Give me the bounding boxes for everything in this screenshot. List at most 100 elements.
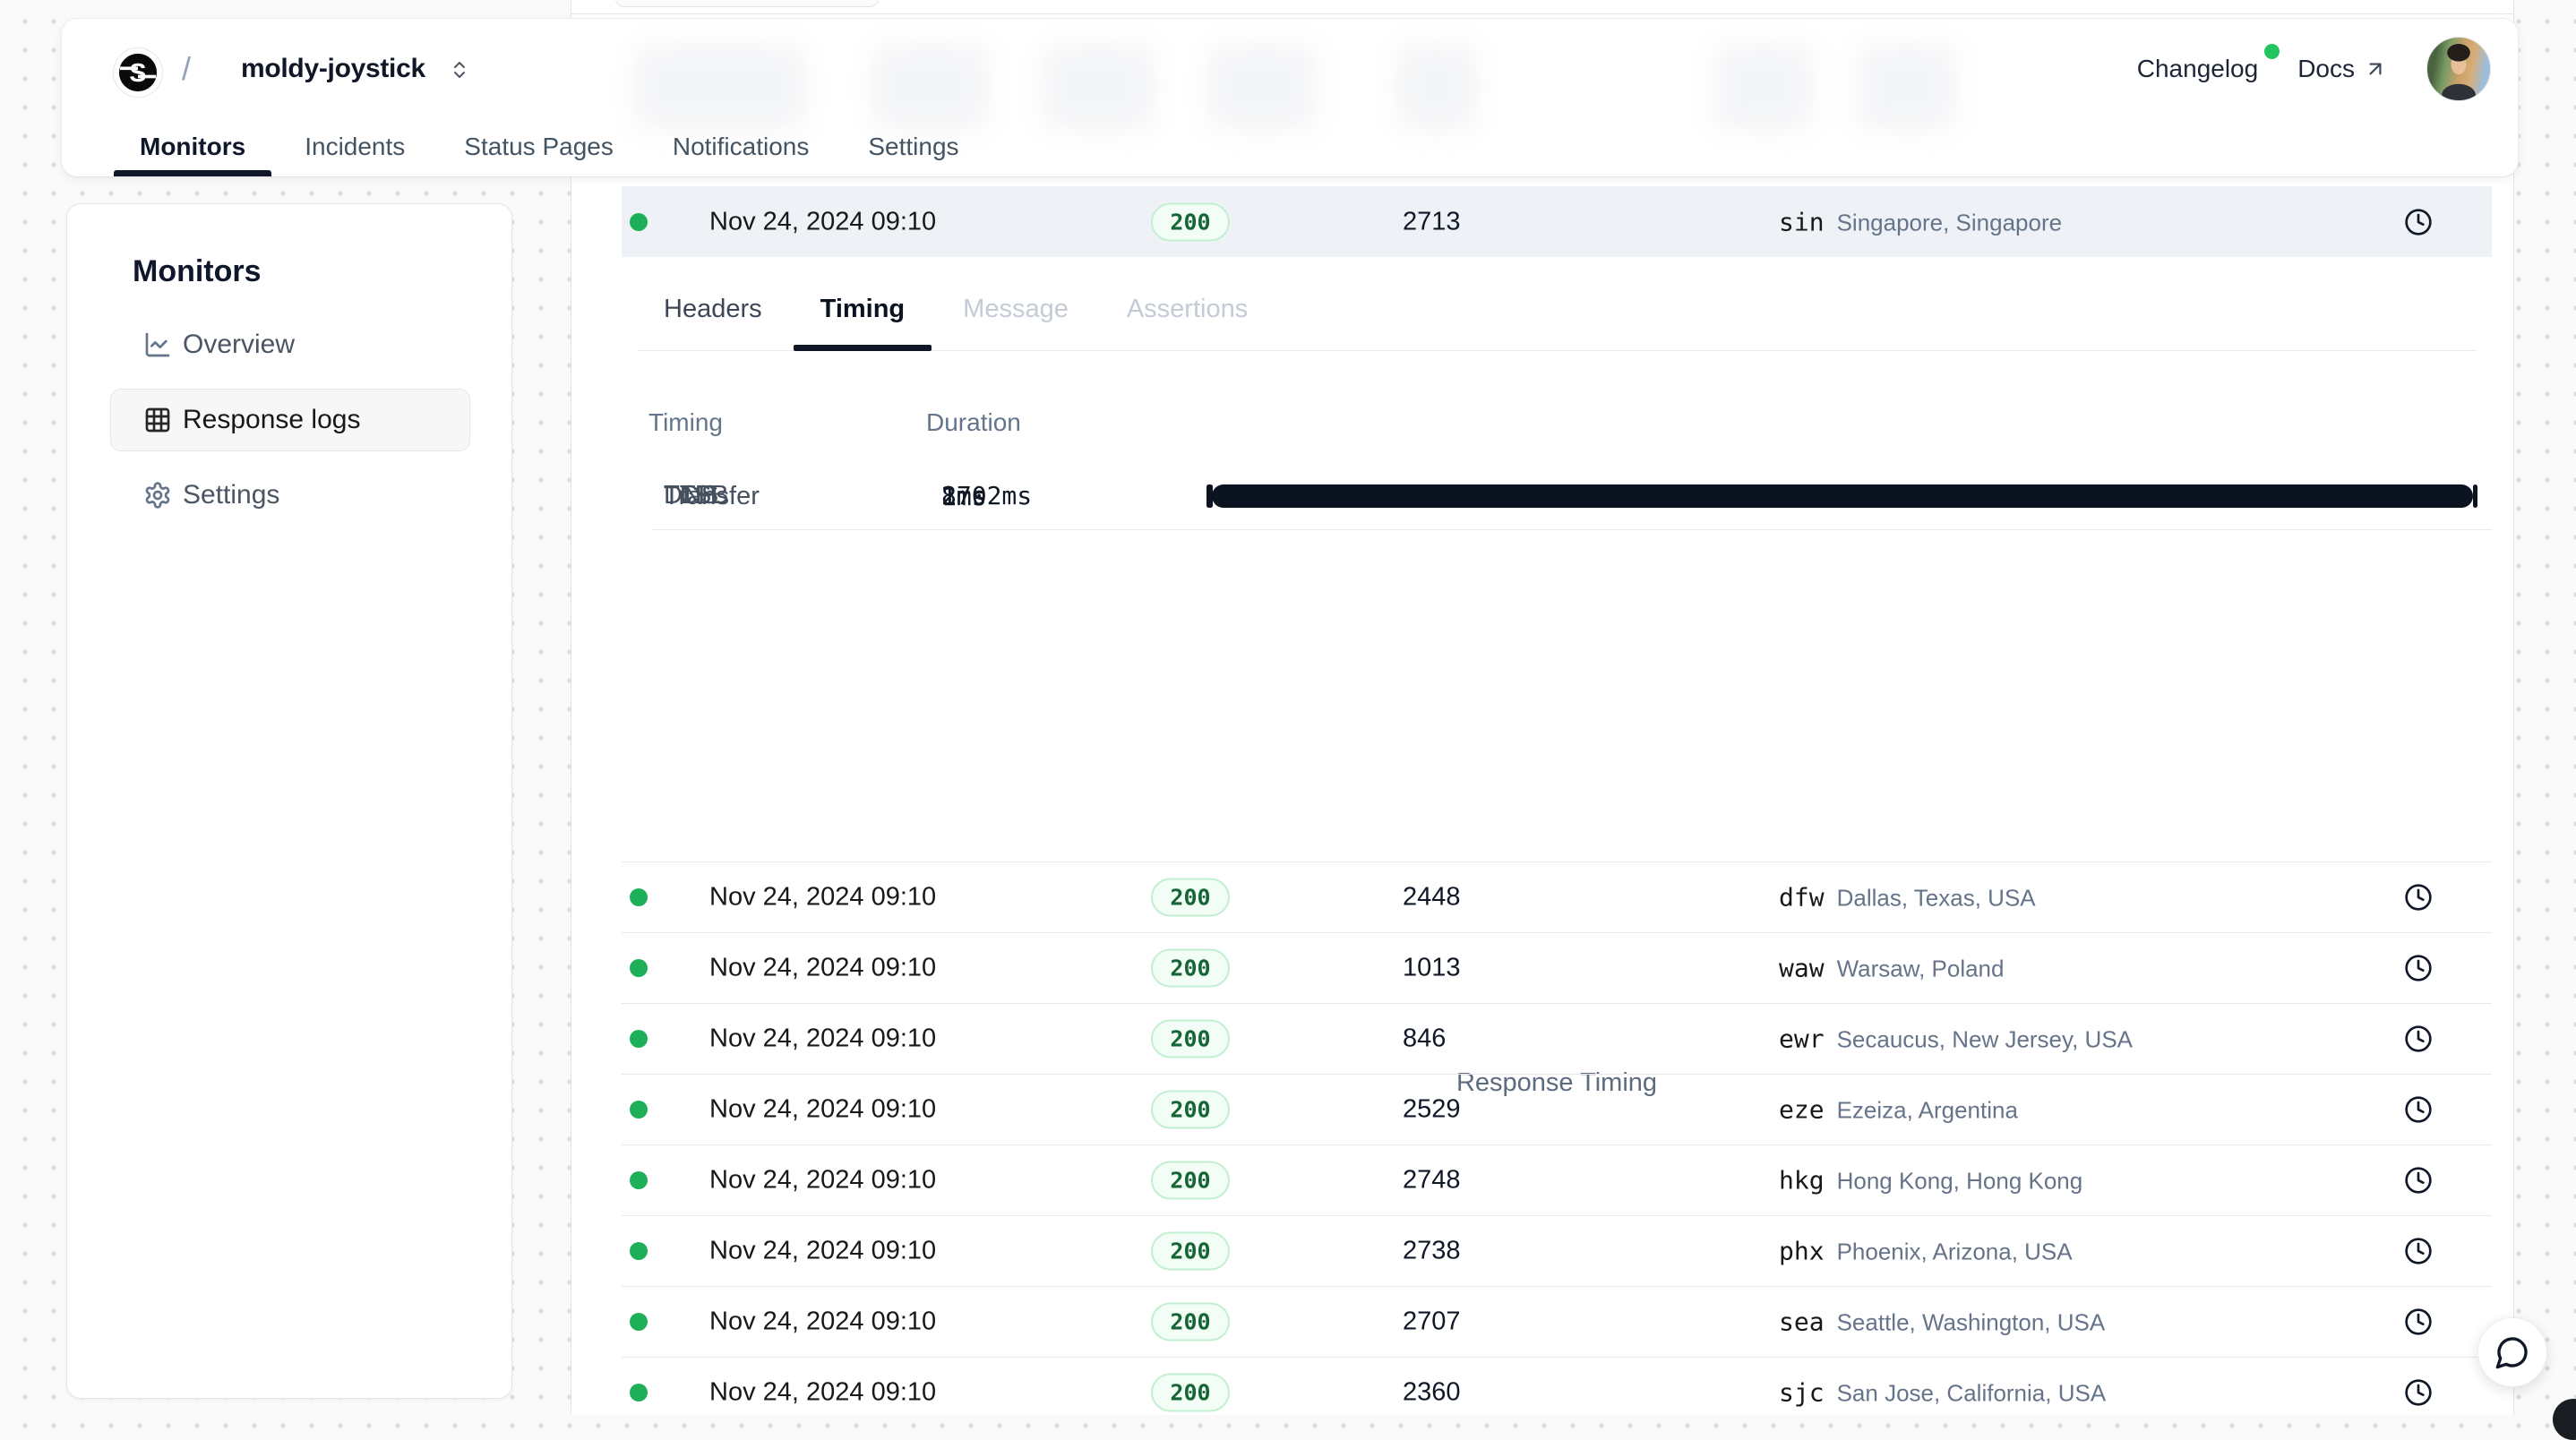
log-date: Nov 24, 2024 09:10 [709, 1095, 936, 1125]
scrolled-element-remnant [615, 0, 879, 7]
log-date: Nov 24, 2024 09:10 [709, 1024, 936, 1054]
region-code: phx [1779, 1237, 1825, 1266]
sidebar-item-label: Settings [183, 480, 279, 510]
page: { "header": { "project": "moldy-joystick… [0, 0, 2576, 1415]
sidebar-item-response-logs[interactable]: Response logs [110, 389, 470, 451]
region-location: Hong Kong, Hong Kong [1837, 1168, 2083, 1196]
corner-widget-partial[interactable] [2553, 1399, 2576, 1440]
log-row[interactable]: Nov 24, 2024 09:10 200 1013 wawWarsaw, P… [622, 932, 2492, 1003]
log-latency: 2713 [1403, 207, 1461, 236]
status-badge: 200 [1151, 1303, 1230, 1341]
log-date: Nov 24, 2024 09:10 [709, 954, 936, 983]
gear-icon [143, 481, 172, 510]
timing-bar-transfer [2473, 484, 2477, 508]
log-row[interactable]: Nov 24, 2024 09:10 200 2748 hkg Hong Kong… [622, 1144, 2492, 1215]
clock-icon[interactable] [2404, 1166, 2433, 1195]
status-badge: 200 [1151, 1020, 1230, 1059]
clock-icon[interactable] [2404, 954, 2433, 982]
tab-timing[interactable]: Timing [794, 269, 932, 350]
openstatus-logo[interactable]: S [113, 47, 163, 98]
region-code: waw [1779, 954, 1825, 983]
log-latency: 846 [1403, 1024, 1446, 1054]
changelog-notification-dot [2264, 44, 2280, 59]
region-code: hkg [1779, 1166, 1825, 1196]
log-date: Nov 24, 2024 09:10 [709, 1378, 936, 1408]
timing-table-header: Timing Duration [637, 400, 2477, 445]
log-latency: 2748 [1403, 1166, 1461, 1196]
sidebar-title: Monitors [133, 254, 262, 289]
status-dot [630, 1384, 648, 1401]
region-code: sin [1779, 207, 1825, 236]
chat-button[interactable] [2477, 1317, 2547, 1387]
status-dot [630, 1030, 648, 1048]
clock-icon[interactable] [2404, 1095, 2433, 1124]
docs-link[interactable]: Docs [2297, 55, 2387, 83]
detail-tabs: Headers Timing Message Assertions [637, 269, 2477, 351]
log-latency: 2448 [1403, 883, 1461, 913]
scrolled-content-strip [571, 0, 2513, 14]
log-date: Nov 24, 2024 09:10 [709, 207, 936, 236]
status-badge: 200 [1151, 1091, 1230, 1129]
clock-icon[interactable] [2404, 883, 2433, 912]
log-rows: Nov 24, 2024 09:10 200 2448 dfwDallas, T… [622, 861, 2492, 1427]
log-detail-panel: Headers Timing Message Assertions Timing… [622, 257, 2492, 861]
status-dot [630, 213, 648, 231]
status-dot [630, 1313, 648, 1331]
log-row[interactable]: Nov 24, 2024 09:10 200 2448 dfwDallas, T… [622, 861, 2492, 932]
status-badge: 200 [1151, 949, 1230, 988]
timing-duration: 1ms [941, 482, 1206, 511]
timing-col-header: Timing [648, 408, 926, 437]
log-row-selected[interactable]: Nov 24, 2024 09:10 200 2713 sin Singapor… [622, 186, 2492, 257]
nav-tab-incidents[interactable]: Incidents [279, 117, 431, 176]
nav-tab-status-pages[interactable]: Status Pages [438, 117, 640, 176]
region-code: eze [1779, 1095, 1825, 1125]
chevrons-up-down-icon[interactable] [449, 59, 470, 81]
status-dot [630, 888, 648, 906]
clock-icon[interactable] [2404, 1378, 2433, 1407]
clock-icon[interactable] [2404, 1307, 2433, 1336]
log-latency: 2360 [1403, 1378, 1461, 1408]
status-badge: 200 [1151, 1161, 1230, 1200]
nav-tab-notifications[interactable]: Notifications [647, 117, 836, 176]
log-row[interactable]: Nov 24, 2024 09:10 200 2360 sjcSan Jose,… [622, 1357, 2492, 1427]
log-row[interactable]: Nov 24, 2024 09:10 200 2529 eze Ezeiza, A… [622, 1074, 2492, 1144]
region-code: ewr [1779, 1024, 1825, 1054]
clock-icon[interactable] [2404, 1024, 2433, 1053]
log-date: Nov 24, 2024 09:10 [709, 1307, 936, 1337]
nav-tab-monitors[interactable]: Monitors [114, 117, 271, 176]
log-row[interactable]: Nov 24, 2024 09:10 200 2738 phxPhoenix, … [622, 1215, 2492, 1286]
timing-label: Transfer [664, 482, 941, 511]
nav-tab-settings[interactable]: Settings [842, 117, 984, 176]
status-dot [630, 1171, 648, 1189]
duration-col-header: Duration [926, 408, 1191, 437]
region-location: Warsaw, Poland [1837, 956, 2005, 983]
sidebar-item-overview[interactable]: Overview [110, 313, 470, 376]
status-dot [630, 959, 648, 977]
region-code: dfw [1779, 883, 1825, 913]
tab-message: Message [936, 269, 1095, 350]
breadcrumb-separator: / [182, 50, 191, 88]
log-row[interactable]: Nov 24, 2024 09:10 200 846 ewr Secaucus, … [622, 1003, 2492, 1074]
clock-icon[interactable] [2404, 208, 2433, 236]
svg-text:S: S [129, 59, 146, 88]
region-location: Seattle, Washington, USA [1837, 1309, 2106, 1337]
sidebar-items: Overview Response logs Settings [110, 313, 470, 527]
region-location: Ezeiza, Argentina [1837, 1097, 2018, 1125]
changelog-label: Changelog [2137, 55, 2258, 83]
clock-icon[interactable] [2404, 1237, 2433, 1265]
region-location: Secaucus, New Jersey, USA [1837, 1026, 2133, 1054]
sidebar: Monitors Overview Response logs Settings [66, 203, 512, 1399]
sidebar-item-settings[interactable]: Settings [110, 464, 470, 527]
arrow-up-right-icon [2364, 57, 2387, 81]
tab-headers[interactable]: Headers [637, 269, 789, 350]
main-content-card: Nov 24, 2024 09:10 200 2713 sin Singapor… [571, 0, 2514, 1415]
log-latency: 2707 [1403, 1307, 1461, 1337]
chat-bubble-icon [2494, 1334, 2530, 1370]
log-date: Nov 24, 2024 09:10 [709, 1166, 936, 1196]
log-latency: 2529 [1403, 1095, 1461, 1125]
changelog-link[interactable]: Changelog [2137, 55, 2258, 83]
region-location: Singapore, Singapore [1837, 209, 2063, 236]
user-avatar[interactable] [2426, 37, 2491, 101]
project-name: moldy-joystick [241, 54, 425, 84]
log-row[interactable]: Nov 24, 2024 09:10 200 2707 seaSeattle, … [622, 1286, 2492, 1357]
